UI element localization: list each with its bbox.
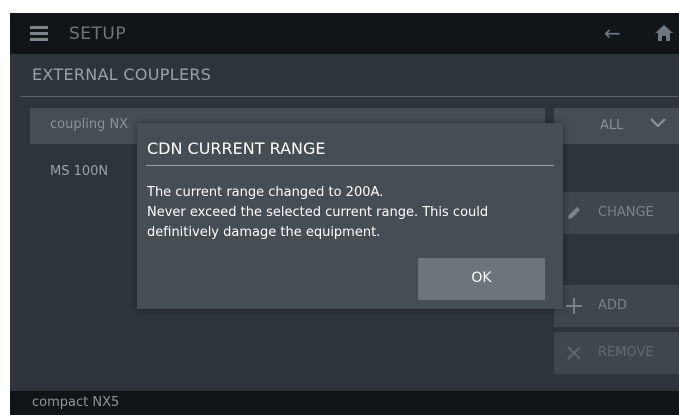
add-button-label: ADD xyxy=(598,298,627,313)
filter-selected-value: ALL xyxy=(600,118,624,133)
filter-dropdown[interactable]: ALL xyxy=(554,108,679,144)
chevron-down-icon xyxy=(650,118,666,128)
arrow-left-icon[interactable]: ← xyxy=(604,21,621,45)
status-footer: compact NX5 xyxy=(10,391,679,415)
top-bar: SETUP ← xyxy=(10,13,679,54)
pencil-icon xyxy=(568,207,580,219)
dialog-title: CDN CURRENT RANGE xyxy=(147,139,326,158)
page-title: SETUP xyxy=(69,24,127,44)
coupling-label: coupling NX xyxy=(50,117,129,132)
section-title: EXTERNAL COUPLERS xyxy=(32,65,212,84)
setup-screen: SETUP ← EXTERNAL COUPLERS coupling NX AL… xyxy=(10,13,679,415)
ok-button[interactable]: OK xyxy=(418,258,545,300)
remove-button-label: REMOVE xyxy=(598,345,654,360)
list-item[interactable]: MS 100N xyxy=(50,164,108,179)
ok-button-label: OK xyxy=(471,270,492,286)
cdn-current-range-dialog: CDN CURRENT RANGE The current range chan… xyxy=(137,123,563,309)
section-divider xyxy=(20,96,679,97)
close-icon xyxy=(567,346,581,360)
dialog-message: The current range changed to 200A. Never… xyxy=(147,183,551,243)
plus-icon xyxy=(566,298,582,314)
dialog-divider xyxy=(146,165,554,166)
home-icon[interactable] xyxy=(654,23,674,43)
dialog-message-line2: Never exceed the selected current range.… xyxy=(147,205,489,240)
menu-icon[interactable] xyxy=(30,26,48,42)
remove-button[interactable]: REMOVE xyxy=(554,332,679,374)
change-button-label: CHANGE xyxy=(598,205,654,220)
add-button[interactable]: ADD xyxy=(554,285,679,327)
device-name: compact NX5 xyxy=(32,395,120,410)
dialog-message-line1: The current range changed to 200A. xyxy=(147,185,384,200)
change-button[interactable]: CHANGE xyxy=(554,192,679,234)
